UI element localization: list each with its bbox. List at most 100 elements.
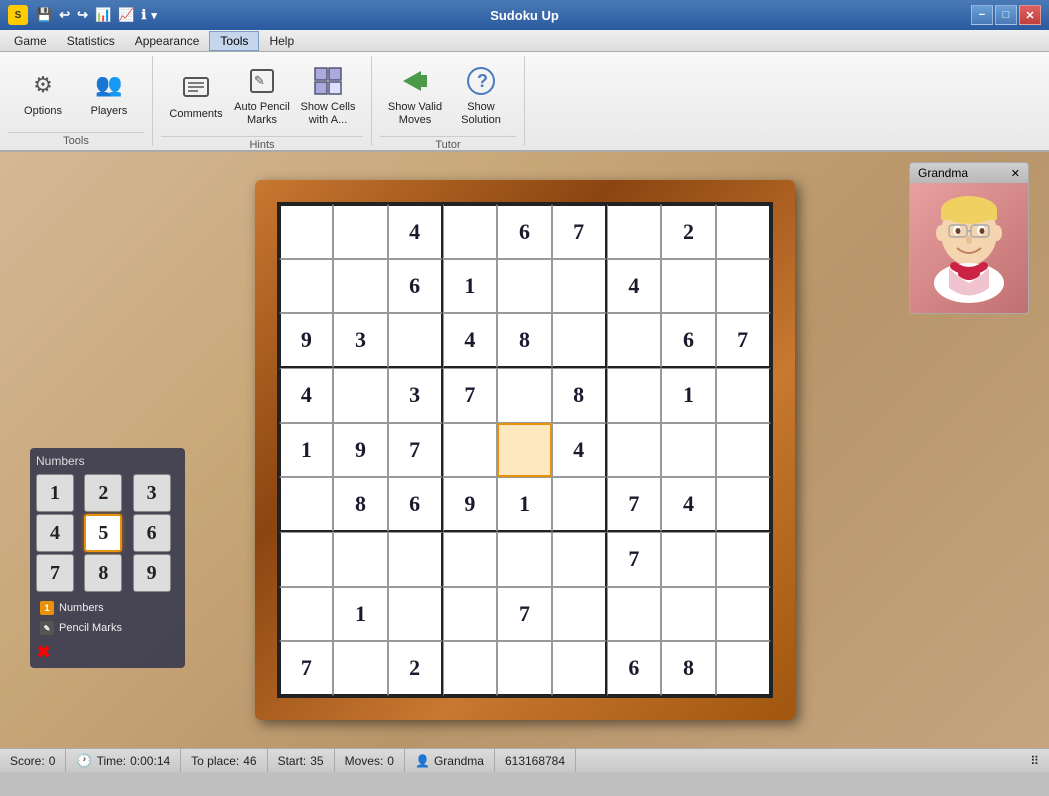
menu-appearance[interactable]: Appearance <box>125 32 210 50</box>
show-cells-button[interactable]: Show Cellswith A... <box>297 60 359 132</box>
cell-1-5[interactable] <box>552 259 607 314</box>
cell-7-5[interactable] <box>552 587 607 642</box>
cell-2-5[interactable] <box>552 313 607 368</box>
cell-5-4[interactable]: 1 <box>497 477 552 532</box>
qa-stats[interactable]: 📊 <box>93 7 113 23</box>
cell-3-4[interactable] <box>497 368 552 423</box>
cell-1-7[interactable] <box>661 259 716 314</box>
players-button[interactable]: 👥 Players <box>78 60 140 128</box>
delete-button[interactable]: ✖ <box>36 642 56 662</box>
cell-7-0[interactable] <box>279 587 334 642</box>
qa-redo[interactable]: ↪ <box>75 7 90 23</box>
cell-7-4[interactable]: 7 <box>497 587 552 642</box>
cell-1-6[interactable]: 4 <box>607 259 662 314</box>
cell-3-6[interactable] <box>607 368 662 423</box>
cell-0-5[interactable]: 7 <box>552 204 607 259</box>
qa-save[interactable]: 💾 <box>34 7 54 23</box>
mode-numbers-button[interactable]: 1 Numbers <box>36 598 179 618</box>
cell-2-2[interactable] <box>388 313 443 368</box>
cell-6-6[interactable]: 7 <box>607 532 662 587</box>
cell-0-6[interactable] <box>607 204 662 259</box>
number-btn-5[interactable]: 5 <box>84 514 122 552</box>
cell-6-3[interactable] <box>443 532 498 587</box>
cell-7-8[interactable] <box>716 587 771 642</box>
cell-3-2[interactable]: 3 <box>388 368 443 423</box>
qa-graph[interactable]: 📈 <box>116 7 136 23</box>
cell-4-8[interactable] <box>716 423 771 478</box>
cell-4-1[interactable]: 9 <box>333 423 388 478</box>
cell-3-0[interactable]: 4 <box>279 368 334 423</box>
cell-0-3[interactable] <box>443 204 498 259</box>
cell-8-1[interactable] <box>333 641 388 696</box>
cell-7-7[interactable] <box>661 587 716 642</box>
cell-7-2[interactable] <box>388 587 443 642</box>
cell-6-0[interactable] <box>279 532 334 587</box>
cell-5-6[interactable]: 7 <box>607 477 662 532</box>
comments-button[interactable]: Comments <box>165 62 227 130</box>
menu-statistics[interactable]: Statistics <box>57 32 125 50</box>
resize-segment[interactable]: ⠿ <box>576 749 1049 772</box>
cell-2-7[interactable]: 6 <box>661 313 716 368</box>
number-btn-7[interactable]: 7 <box>36 554 74 592</box>
qa-dropdown[interactable]: ▾ <box>151 9 157 22</box>
cell-3-1[interactable] <box>333 368 388 423</box>
cell-8-7[interactable]: 8 <box>661 641 716 696</box>
auto-pencil-button[interactable]: ✎ Auto PencilMarks <box>231 60 293 132</box>
number-btn-3[interactable]: 3 <box>133 474 171 512</box>
cell-1-2[interactable]: 6 <box>388 259 443 314</box>
cell-3-7[interactable]: 1 <box>661 368 716 423</box>
mode-pencil-button[interactable]: ✎ Pencil Marks <box>36 618 179 638</box>
number-btn-8[interactable]: 8 <box>84 554 122 592</box>
cell-0-4[interactable]: 6 <box>497 204 552 259</box>
cell-8-3[interactable] <box>443 641 498 696</box>
cell-4-4[interactable] <box>497 423 552 478</box>
cell-2-0[interactable]: 9 <box>279 313 334 368</box>
cell-0-1[interactable] <box>333 204 388 259</box>
cell-3-3[interactable]: 7 <box>443 368 498 423</box>
cell-6-4[interactable] <box>497 532 552 587</box>
cell-6-5[interactable] <box>552 532 607 587</box>
cell-2-1[interactable]: 3 <box>333 313 388 368</box>
cell-3-5[interactable]: 8 <box>552 368 607 423</box>
cell-4-3[interactable] <box>443 423 498 478</box>
cell-4-5[interactable]: 4 <box>552 423 607 478</box>
cell-5-3[interactable]: 9 <box>443 477 498 532</box>
cell-5-1[interactable]: 8 <box>333 477 388 532</box>
cell-8-0[interactable]: 7 <box>279 641 334 696</box>
cell-1-8[interactable] <box>716 259 771 314</box>
close-button[interactable]: ✕ <box>1019 5 1041 25</box>
cell-0-7[interactable]: 2 <box>661 204 716 259</box>
cell-8-8[interactable] <box>716 641 771 696</box>
cell-3-8[interactable] <box>716 368 771 423</box>
number-btn-2[interactable]: 2 <box>84 474 122 512</box>
cell-2-6[interactable] <box>607 313 662 368</box>
cell-7-6[interactable] <box>607 587 662 642</box>
number-btn-4[interactable]: 4 <box>36 514 74 552</box>
cell-5-8[interactable] <box>716 477 771 532</box>
cell-5-2[interactable]: 6 <box>388 477 443 532</box>
cell-0-8[interactable] <box>716 204 771 259</box>
cell-5-5[interactable] <box>552 477 607 532</box>
cell-2-3[interactable]: 4 <box>443 313 498 368</box>
cell-1-4[interactable] <box>497 259 552 314</box>
maximize-button[interactable]: □ <box>995 5 1017 25</box>
menu-game[interactable]: Game <box>4 32 57 50</box>
cell-0-0[interactable] <box>279 204 334 259</box>
cell-4-6[interactable] <box>607 423 662 478</box>
number-btn-6[interactable]: 6 <box>133 514 171 552</box>
player-panel-close[interactable]: ✕ <box>1011 167 1020 180</box>
cell-5-7[interactable]: 4 <box>661 477 716 532</box>
options-button[interactable]: ⚙ Options <box>12 60 74 128</box>
cell-2-8[interactable]: 7 <box>716 313 771 368</box>
cell-8-6[interactable]: 6 <box>607 641 662 696</box>
show-valid-moves-button[interactable]: Show ValidMoves <box>384 60 446 132</box>
cell-5-0[interactable] <box>279 477 334 532</box>
cell-4-2[interactable]: 7 <box>388 423 443 478</box>
show-solution-button[interactable]: ? ShowSolution <box>450 60 512 132</box>
cell-6-7[interactable] <box>661 532 716 587</box>
cell-2-4[interactable]: 8 <box>497 313 552 368</box>
cell-4-7[interactable] <box>661 423 716 478</box>
cell-6-2[interactable] <box>388 532 443 587</box>
cell-7-1[interactable]: 1 <box>333 587 388 642</box>
menu-tools[interactable]: Tools <box>209 31 259 51</box>
